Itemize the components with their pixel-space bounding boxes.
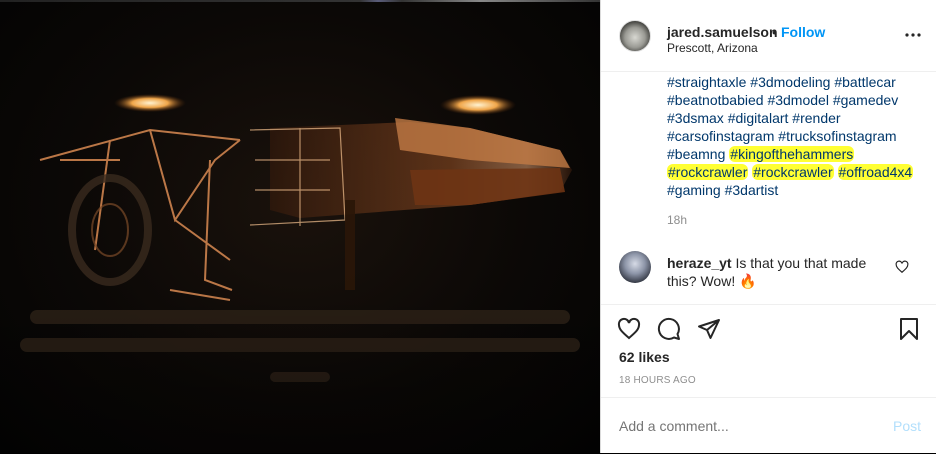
commenter-avatar[interactable]	[619, 251, 651, 283]
hashtag-link[interactable]: #digitalart	[728, 110, 789, 126]
author-username[interactable]: jared.samuelson	[667, 24, 778, 40]
hashtag-link[interactable]: #rockcrawler	[667, 164, 749, 180]
post-media[interactable]	[0, 0, 600, 453]
comment-composer: Post	[601, 397, 936, 453]
separator-dot: •	[772, 24, 777, 40]
hashtag-link[interactable]: #3dmodeling	[750, 74, 830, 90]
hashtag-link[interactable]: #3dartist	[725, 182, 779, 198]
hashtag-link[interactable]: #offroad4x4	[837, 164, 914, 180]
caption-line: #beatnotbabied #3dmodel #gamedev	[667, 91, 917, 109]
heart-icon[interactable]	[617, 317, 641, 341]
caption-line: #carsofinstagram #trucksofinstagram	[667, 127, 917, 145]
hashtag-link[interactable]: #rockcrawler	[752, 164, 834, 180]
post-timestamp[interactable]: 18 HOURS AGO	[619, 375, 696, 386]
small-heart-icon[interactable]	[895, 260, 909, 274]
hashtag-link[interactable]: #3dsmax	[667, 110, 724, 126]
hashtag-link[interactable]: #gaming	[667, 182, 721, 198]
caption-line: #gaming #3dartist	[667, 181, 917, 199]
follow-button[interactable]: Follow	[781, 24, 825, 40]
hashtag-link[interactable]: #beamng	[667, 146, 725, 162]
more-icon[interactable]	[904, 26, 922, 44]
share-icon[interactable]	[697, 317, 721, 341]
hashtag-link[interactable]: #trucksofinstagram	[778, 128, 896, 144]
post-details-panel: jared.samuelson • Follow Prescott, Arizo…	[600, 0, 936, 453]
likes-count[interactable]: 62 likes	[619, 349, 670, 365]
author-avatar[interactable]	[619, 20, 651, 52]
caption-line: #rockcrawler #rockcrawler #offroad4x4	[667, 163, 917, 181]
hashtag-link[interactable]: #3dmodel	[767, 92, 829, 108]
bookmark-icon[interactable]	[897, 317, 921, 341]
hashtag-link[interactable]: #gamedev	[833, 92, 898, 108]
comment-icon[interactable]	[657, 317, 681, 341]
post-caption: #straightaxle #3dmodeling #battlecar #bea…	[667, 73, 917, 199]
car-render-image	[0, 94, 600, 453]
hashtag-link[interactable]: #straightaxle	[667, 74, 746, 90]
caption-line: #3dsmax #digitalart #render	[667, 109, 917, 127]
comment-text: heraze_yt Is that you that made this? Wo…	[667, 254, 892, 290]
caption-line: #beamng #kingofthehammers	[667, 145, 917, 163]
caption-timestamp: 18h	[667, 213, 688, 227]
commenter-username[interactable]: heraze_yt	[667, 255, 732, 271]
post-header: jared.samuelson • Follow Prescott, Arizo…	[601, 0, 936, 72]
comment-input[interactable]	[619, 418, 859, 434]
hashtag-link[interactable]: #carsofinstagram	[667, 128, 774, 144]
post-comment-button[interactable]: Post	[893, 418, 921, 434]
post-location[interactable]: Prescott, Arizona	[667, 41, 758, 55]
hashtag-link[interactable]: #beatnotbabied	[667, 92, 764, 108]
hashtag-link[interactable]: #render	[792, 110, 840, 126]
caption-line: #straightaxle #3dmodeling #battlecar	[667, 73, 917, 91]
hashtag-link[interactable]: #battlecar	[834, 74, 895, 90]
hashtag-link[interactable]: #kingofthehammers	[729, 146, 855, 162]
